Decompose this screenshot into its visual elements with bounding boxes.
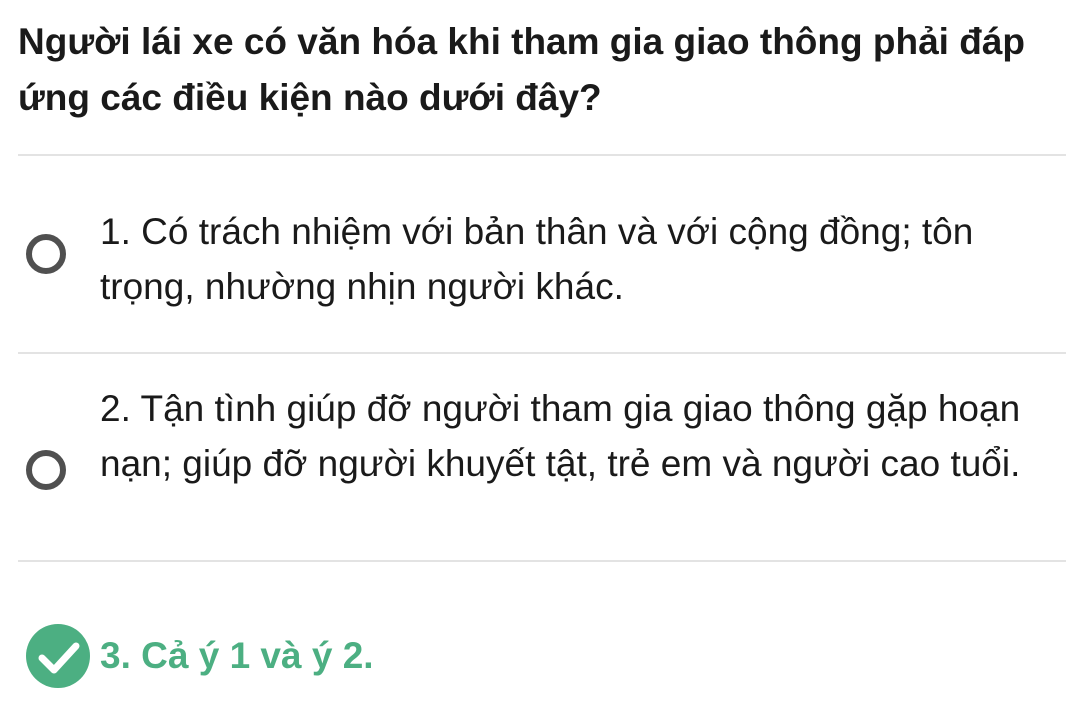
answer-option-2-label: 2. Tận tình giúp đỡ người tham gia giao … — [100, 388, 1021, 484]
divider — [18, 560, 1066, 562]
radio-empty-icon[interactable] — [26, 234, 66, 274]
radio-empty-icon[interactable] — [26, 450, 66, 490]
question-text: Người lái xe có văn hóa khi tham gia gia… — [18, 21, 1026, 118]
divider — [18, 352, 1066, 354]
answer-option-2[interactable]: 2. Tận tình giúp đỡ người tham gia giao … — [18, 380, 1066, 550]
check-circle-icon[interactable] — [26, 624, 90, 688]
divider — [18, 154, 1066, 156]
answer-option-1-label: 1. Có trách nhiệm với bản thân và với cộ… — [100, 211, 974, 307]
answer-option-3-label: 3. Cả ý 1 và ý 2. — [100, 635, 374, 676]
checkmark-icon — [38, 642, 80, 674]
answer-option-3[interactable]: 3. Cả ý 1 và ý 2. — [18, 620, 1066, 690]
answer-option-1[interactable]: 1. Có trách nhiệm với bản thân và với cộ… — [18, 196, 1066, 316]
